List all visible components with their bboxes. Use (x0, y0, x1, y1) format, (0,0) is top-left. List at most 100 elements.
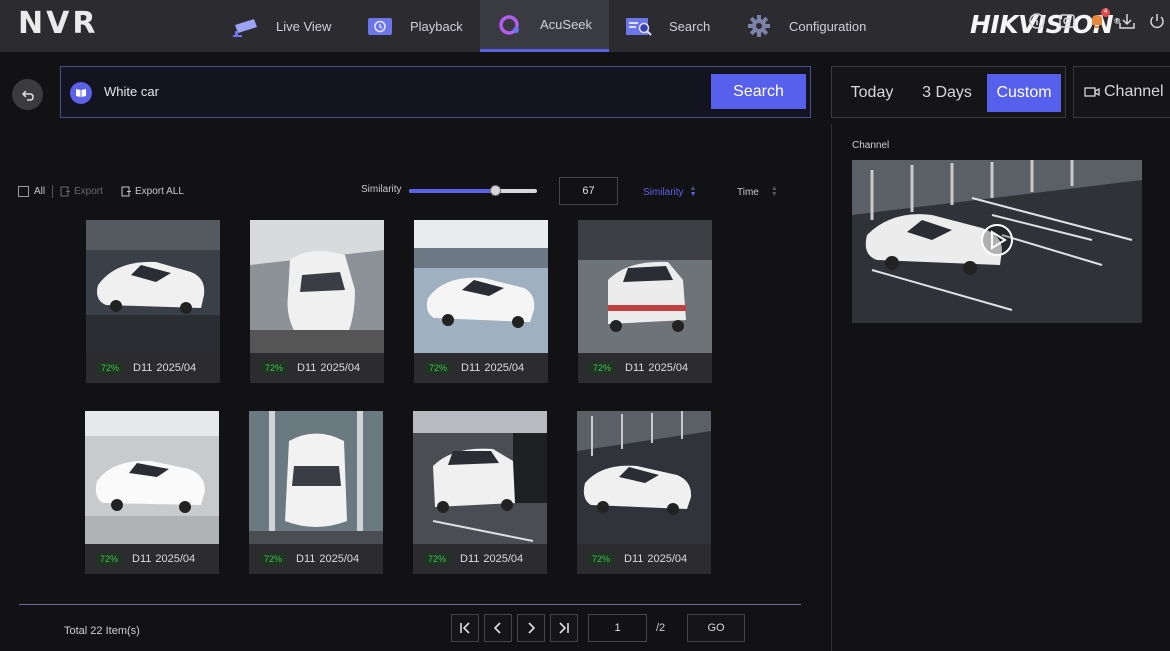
sort-arrows-icon: ▲ ▼ (770, 185, 778, 198)
camera-icon (233, 19, 257, 37)
page-input[interactable] (588, 614, 647, 642)
similarity-slider[interactable] (409, 185, 537, 196)
last-page-button[interactable] (550, 614, 578, 642)
result-thumbnail (86, 220, 220, 353)
next-page-button[interactable] (517, 614, 545, 642)
video-camera-icon (1084, 87, 1100, 97)
nav-playback[interactable]: Playback (366, 0, 476, 52)
result-channel: D11 (624, 553, 644, 565)
first-page-button[interactable] (451, 614, 479, 642)
panel-divider (831, 124, 832, 651)
similarity-score: 72% (588, 553, 615, 565)
export-icon (60, 186, 70, 197)
result-channel: D11 (296, 553, 316, 565)
go-button[interactable]: GO (687, 614, 745, 642)
result-date: 2025/04 (156, 362, 197, 374)
result-thumbnail (250, 220, 384, 353)
nav-configuration[interactable]: Configuration (745, 0, 875, 52)
similarity-score: 72% (260, 553, 287, 565)
prev-page-button[interactable] (484, 614, 512, 642)
back-arrow-icon (21, 89, 34, 101)
power-icon[interactable] (1148, 12, 1166, 30)
similarity-input[interactable] (559, 177, 618, 205)
result-card[interactable]: 72% D11 2025/04 (86, 220, 220, 383)
last-page-icon (559, 622, 569, 634)
total-items: Total 22 Item(s) (64, 625, 140, 637)
nav-search-label: Search (669, 18, 711, 34)
channel-button[interactable]: Channel (1073, 66, 1170, 118)
playback-icon (368, 18, 392, 35)
app-logo: NVR (18, 6, 99, 41)
result-card[interactable]: 72% D11 2025/04 (578, 220, 712, 383)
channel-button-label: Channel (1104, 83, 1164, 100)
result-card[interactable]: 72% D11 2025/04 (249, 411, 383, 574)
top-icon-bar: 4 (1028, 8, 1166, 30)
nav-live-view-label: Live View (276, 18, 332, 34)
similarity-score: 72% (589, 362, 616, 374)
result-card[interactable]: 72% D11 2025/04 (250, 220, 384, 383)
chevron-right-icon (528, 622, 536, 634)
play-icon[interactable] (981, 224, 1013, 256)
select-all-checkbox[interactable] (18, 186, 29, 197)
result-date: 2025/04 (320, 362, 361, 374)
result-thumbnail (578, 220, 712, 353)
sort-similarity-label: Similarity (643, 186, 684, 198)
back-button[interactable] (12, 79, 43, 110)
result-card[interactable]: 72% D11 2025/04 (414, 220, 548, 383)
date-3days-button[interactable]: 3 Days (910, 74, 984, 112)
export-label: Export (74, 186, 103, 197)
date-filter: Today 3 Days Custom (831, 66, 1066, 118)
nav-live-view[interactable]: Live View (232, 0, 352, 52)
sort-time-label: Time (737, 186, 759, 198)
result-thumbnail (413, 411, 547, 544)
similarity-slider-fill (409, 189, 495, 193)
notification-badge: 4 (1101, 8, 1110, 17)
search-box: Search (60, 66, 811, 118)
result-meta: 72% D11 2025/04 (86, 353, 220, 383)
date-custom-button[interactable]: Custom (987, 74, 1061, 112)
preview-video[interactable] (852, 160, 1142, 323)
result-thumbnail (85, 411, 219, 544)
result-meta: 72% D11 2025/04 (250, 353, 384, 383)
export-all-button[interactable]: Export ALL (121, 186, 184, 197)
preview-label: Channel (852, 140, 890, 151)
result-channel: D11 (625, 362, 645, 374)
toolbar-separator (52, 185, 53, 198)
search-input[interactable] (104, 84, 704, 99)
similarity-score: 72% (424, 553, 451, 565)
search-button[interactable]: Search (711, 74, 806, 109)
result-date: 2025/04 (484, 362, 525, 374)
result-thumbnail (577, 411, 711, 544)
result-meta: 72% D11 2025/04 (578, 353, 712, 383)
gear-icon (748, 15, 770, 37)
result-date: 2025/04 (483, 553, 524, 565)
result-meta: 72% D11 2025/04 (85, 544, 219, 574)
info-icon[interactable] (1028, 12, 1046, 30)
result-thumbnail (414, 220, 548, 353)
select-all-label: All (34, 186, 46, 197)
sort-similarity[interactable]: Similarity ▲ ▼ (643, 185, 697, 198)
nav-configuration-label: Configuration (789, 18, 867, 34)
result-meta: 72% D11 2025/04 (414, 353, 548, 383)
result-card[interactable]: 72% D11 2025/04 (577, 411, 711, 574)
similarity-slider-handle[interactable] (489, 185, 501, 196)
result-channel: D11 (133, 362, 153, 374)
book-icon (70, 82, 92, 104)
select-all[interactable]: All (18, 186, 45, 197)
result-channel: D11 (461, 362, 481, 374)
sort-time[interactable]: Time ▲ ▼ (737, 185, 778, 198)
result-card[interactable]: 72% D11 2025/04 (413, 411, 547, 574)
settings-icon[interactable] (1058, 12, 1076, 30)
nav-acuseek[interactable]: AcuSeek (480, 0, 609, 52)
result-thumbnail (249, 411, 383, 544)
result-date: 2025/04 (647, 553, 688, 565)
result-channel: D11 (297, 362, 317, 374)
similarity-score: 72% (261, 362, 288, 374)
result-card[interactable]: 72% D11 2025/04 (85, 411, 219, 574)
result-meta: 72% D11 2025/04 (249, 544, 383, 574)
notification-bell-icon[interactable]: 4 (1088, 8, 1110, 30)
date-today-button[interactable]: Today (837, 74, 907, 112)
nav-search[interactable]: Search (625, 0, 725, 52)
export-button[interactable]: Export (60, 186, 103, 197)
download-icon[interactable] (1118, 12, 1136, 30)
